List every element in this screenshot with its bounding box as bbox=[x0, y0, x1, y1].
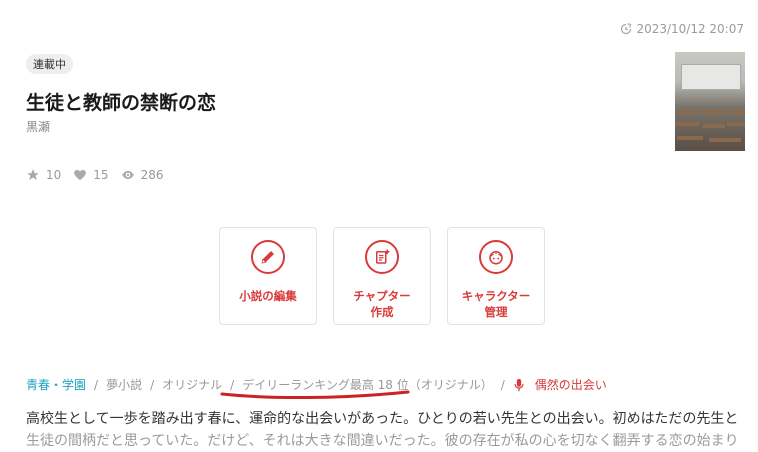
edit-novel-button[interactable]: 小説の編集 bbox=[219, 227, 317, 325]
pencil-icon bbox=[261, 251, 274, 264]
create-chapter-button[interactable]: チャプター 作成 bbox=[333, 227, 431, 325]
refresh-clock-icon bbox=[621, 23, 632, 35]
manage-characters-button[interactable]: キャラクター 管理 bbox=[447, 227, 545, 325]
character-face-icon bbox=[489, 251, 503, 265]
updated-timestamp: 2023/10/12 20:07 bbox=[620, 22, 744, 36]
microphone-icon bbox=[514, 378, 524, 391]
status-badge: 連載中 bbox=[26, 54, 73, 74]
star-icon bbox=[27, 169, 39, 180]
tag-separator: / bbox=[500, 377, 505, 392]
heart-icon bbox=[74, 170, 87, 181]
action-buttons: 小説の編集 チャプター 作成 キャラクター 管理 bbox=[219, 227, 545, 325]
cover-image[interactable] bbox=[675, 52, 745, 151]
add-document-icon bbox=[376, 249, 390, 264]
stats-bar: 10 15 286 bbox=[26, 168, 175, 182]
author-name[interactable]: 黒瀬 bbox=[26, 118, 50, 135]
genre-tag[interactable]: 青春・学園 bbox=[26, 376, 86, 393]
red-underline-annotation bbox=[220, 390, 410, 400]
view-count: 286 bbox=[121, 168, 163, 182]
eye-icon bbox=[121, 170, 134, 180]
updated-date: 2023/10/12 20:07 bbox=[636, 22, 744, 36]
original-tag[interactable]: オリジナル bbox=[162, 376, 222, 393]
ranking-tag[interactable]: デイリーランキング最高 18 位（オリジナル） bbox=[220, 376, 493, 400]
synopsis-line: 高校生として一歩を踏み出す春に、運命的な出会いがあった。ひとりの若い先生との出会… bbox=[26, 411, 739, 427]
tag-separator: / bbox=[94, 377, 99, 392]
star-count[interactable]: 10 bbox=[26, 168, 61, 182]
tag-separator: / bbox=[150, 377, 155, 392]
synopsis-line: 生徒の間柄だと思っていた。だけど、それは大きな間違いだった。彼の存在が私の心を切… bbox=[26, 433, 739, 449]
tag-row: 青春・学園 / 夢小説 / オリジナル / デイリーランキング最高 18 位（オ… bbox=[26, 376, 607, 400]
synopsis: 高校生として一歩を踏み出す春に、運命的な出会いがあった。ひとりの若い先生との出会… bbox=[26, 408, 742, 452]
keyword-tag[interactable]: 偶然の出会い bbox=[535, 376, 607, 393]
novel-title: 生徒と教師の禁断の恋 bbox=[26, 92, 217, 114]
type-tag[interactable]: 夢小説 bbox=[106, 376, 142, 393]
like-count[interactable]: 15 bbox=[73, 168, 109, 182]
